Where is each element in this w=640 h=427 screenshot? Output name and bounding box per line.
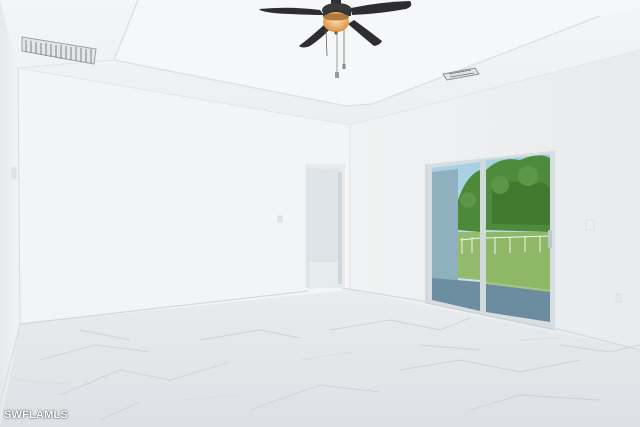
interior-doorway <box>305 164 345 289</box>
wall-outlet-right <box>615 293 622 303</box>
wall-switch <box>585 219 595 231</box>
watermark: SWFLAMLS <box>4 409 68 421</box>
empty-room-photo: SWFLAMLS <box>0 0 640 427</box>
wall-outlet <box>277 215 283 223</box>
left-wall-fixture <box>11 167 17 179</box>
room-illustration <box>0 0 640 427</box>
sliding-glass-door <box>425 149 557 331</box>
